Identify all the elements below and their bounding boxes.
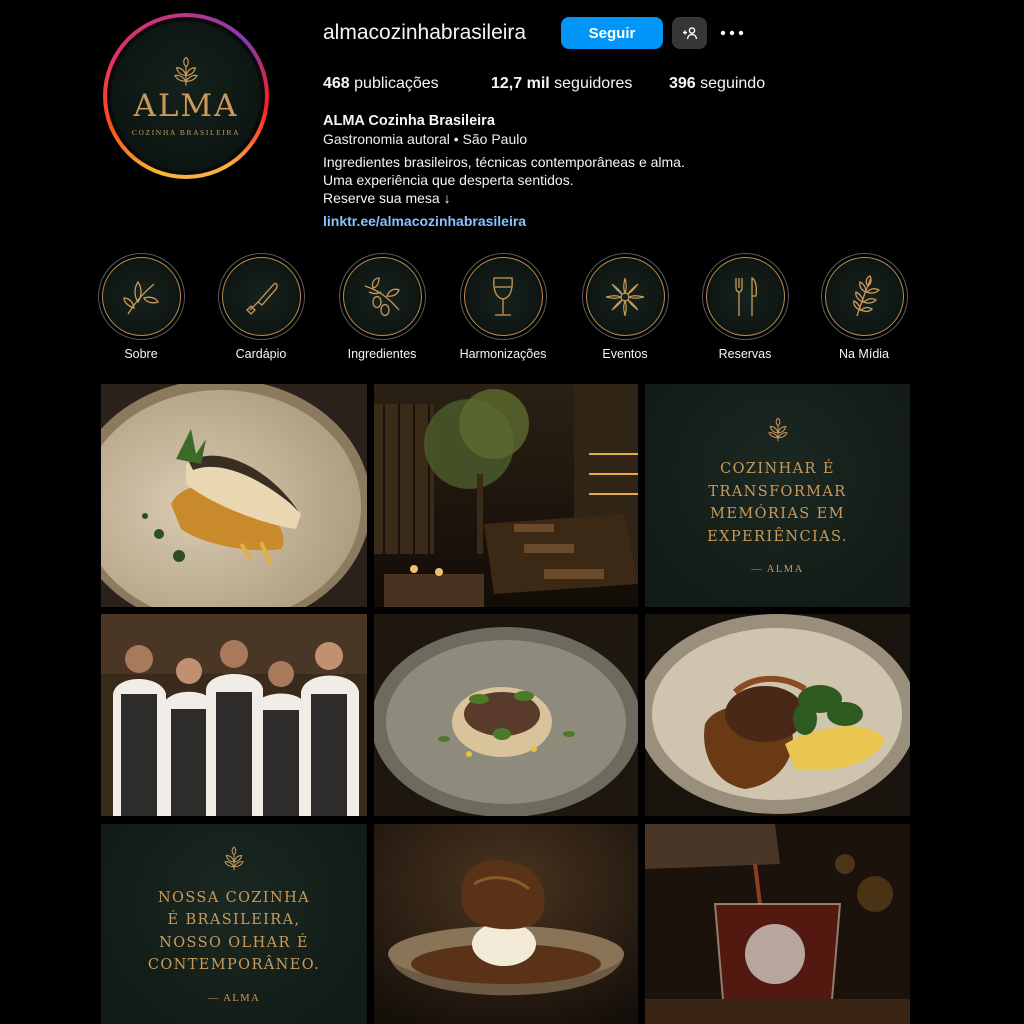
following-count[interactable]: 396 seguindo — [669, 75, 765, 93]
suggest-accounts-button[interactable] — [672, 17, 707, 49]
add-person-icon — [682, 27, 697, 40]
post-cocktail-pour[interactable] — [645, 824, 910, 1024]
wine-glass-icon — [493, 276, 513, 316]
quote-text: COZINHAR É TRANSFORMAR MEMÓRIAS EM EXPERIÊ… — [707, 461, 848, 545]
bio-line-2: Uma experiência que desperta sentidos. — [323, 172, 574, 188]
profile-bio: ALMA Cozinha Brasileira Gastronomia auto… — [323, 112, 685, 230]
posts-count: 468 publicações — [323, 75, 439, 92]
profile-username: almacozinhabrasileira — [323, 21, 527, 44]
highlight-harmonizacoes[interactable]: Harmonizações — [448, 253, 558, 361]
bio-line-1: Ingredientes brasileiros, técnicas conte… — [323, 154, 685, 170]
post-steak-dish[interactable] — [645, 614, 910, 816]
quote-text: NOSSA COZINHA É BRASILEIRA, NOSSO OLHAR É… — [147, 889, 321, 974]
highlight-reservas[interactable]: Reservas — [690, 253, 800, 361]
more-options-button[interactable] — [716, 17, 748, 49]
post-chef-team[interactable] — [101, 614, 367, 816]
olive-branch-icon — [364, 276, 400, 316]
profile-avatar[interactable]: ALMA COZINHA BRASILEIRA — [103, 13, 269, 179]
quote-signature: — ALMA — [751, 564, 804, 575]
bio-name: ALMA Cozinha Brasileira — [323, 113, 495, 129]
highlight-ingredientes[interactable]: Ingredientes — [327, 253, 437, 361]
post-dining-room[interactable] — [374, 384, 638, 607]
followers-count[interactable]: 12,7 mil seguidores — [491, 75, 632, 93]
knife-icon — [246, 282, 278, 315]
post-fish-dish[interactable] — [101, 384, 367, 607]
bio-category: Gastronomia autoral • São Paulo — [323, 131, 528, 147]
post-quote-brasileira[interactable]: NOSSA COZINHA É BRASILEIRA, NOSSO OLHAR É… — [101, 824, 367, 1024]
leaf-icon — [123, 280, 159, 314]
bio-line-3: Reserve sua mesa ↓ — [323, 190, 451, 206]
branch-icon — [853, 274, 881, 316]
bio-link[interactable]: linktr.ee/almacozinhabrasileira — [323, 212, 685, 230]
highlight-cardapio[interactable]: Cardápio — [206, 253, 316, 361]
quote-signature: — ALMA — [207, 992, 261, 1004]
logo-subtitle: COZINHA BRASILEIRA — [131, 128, 241, 137]
more-horizontal-icon — [720, 30, 744, 36]
leaf-logo-icon — [767, 417, 788, 442]
highlight-eventos[interactable]: Eventos — [570, 253, 680, 361]
post-quote-transformar[interactable]: COZINHAR É TRANSFORMAR MEMÓRIAS EM EXPERIÊ… — [645, 384, 910, 607]
leaf-logo-icon — [224, 846, 244, 870]
highlight-na-midia[interactable]: Na Mídia — [809, 253, 919, 361]
post-plated-dish[interactable] — [374, 614, 638, 816]
leaf-logo-icon — [174, 56, 198, 86]
highlight-sobre[interactable]: Sobre — [86, 253, 196, 361]
logo-wordmark: ALMA — [133, 88, 239, 124]
follow-button[interactable]: Seguir — [561, 17, 663, 49]
post-dessert-bowl[interactable] — [374, 824, 638, 1024]
flower-icon — [605, 277, 645, 316]
cutlery-icon — [735, 276, 758, 316]
